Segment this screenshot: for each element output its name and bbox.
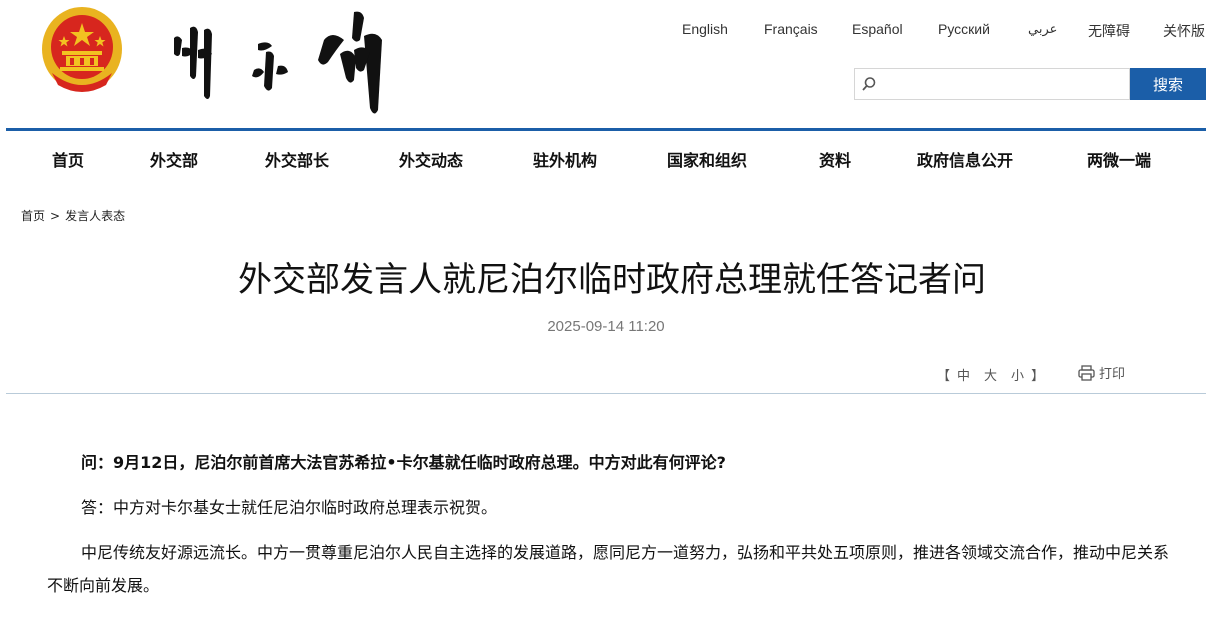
print-label: 打印 [1099, 367, 1126, 382]
article-date: 2025-09-14 11:20 [547, 318, 665, 335]
lang-french-link[interactable]: Français [764, 21, 818, 37]
breadcrumb: 首页 > 发言人表态 [21, 207, 125, 224]
font-size-bracket-close: 】 [1031, 369, 1045, 384]
nav-item-resources[interactable]: 资料 [819, 147, 851, 171]
nav-item-home[interactable]: 首页 [52, 147, 84, 171]
content-divider [6, 393, 1206, 394]
font-size-medium-button[interactable]: 中 [957, 369, 970, 384]
article-paragraph: 中尼传统友好源远流长。中方一贯尊重尼泊尔人民自主选择的发展道路，愿同尼方一道努力… [47, 543, 1170, 595]
font-size-large-button[interactable]: 大 [984, 369, 997, 384]
national-emblem-icon[interactable] [40, 5, 124, 95]
nav-item-ministry[interactable]: 外交部 [150, 147, 198, 171]
search-button[interactable]: 搜索 [1130, 68, 1206, 100]
ministry-calligraphy-logo[interactable] [168, 10, 396, 120]
nav-item-missions-abroad[interactable]: 驻外机构 [533, 147, 597, 171]
lang-spanish-link[interactable]: Español [852, 21, 903, 37]
accessibility-link[interactable]: 无障碍 [1088, 21, 1130, 41]
breadcrumb-home-link[interactable]: 首页 [21, 209, 45, 223]
article-question: 问：9月12日，尼泊尔前首席大法官苏希拉•卡尔基就任临时政府总理。中方对此有何评… [81, 453, 726, 472]
search-icon [862, 77, 876, 91]
article-body: 问：9月12日，尼泊尔前首席大法官苏希拉•卡尔基就任临时政府总理。中方对此有何评… [47, 446, 1182, 614]
nav-item-countries-orgs[interactable]: 国家和组织 [667, 147, 747, 171]
font-size-small-button[interactable]: 小 [1011, 369, 1024, 384]
printer-icon [1078, 365, 1095, 381]
care-mode-link[interactable]: 关怀版 [1163, 21, 1205, 41]
font-size-controls: 【中大小】 [937, 365, 1045, 384]
breadcrumb-current-link[interactable]: 发言人表态 [65, 209, 125, 223]
lang-english-link[interactable]: English [682, 21, 728, 37]
search-bar: 搜索 [854, 68, 1206, 100]
article-paragraph: 答：中方对卡尔基女士就任尼泊尔临时政府总理表示祝贺。 [81, 498, 498, 517]
breadcrumb-separator: > [50, 209, 61, 223]
lang-russian-link[interactable]: Русский [938, 21, 990, 37]
font-size-bracket-open: 【 [937, 369, 951, 384]
print-button[interactable]: 打印 [1078, 363, 1125, 382]
main-nav: 首页 外交部 外交部长 外交动态 驻外机构 国家和组织 资料 政府信息公开 两微… [0, 131, 1224, 183]
nav-item-minister[interactable]: 外交部长 [265, 147, 329, 171]
lang-arabic-link[interactable]: عربي [1028, 21, 1057, 37]
site-header: English Français Español Русский عربي 无障… [0, 0, 1224, 130]
nav-item-diplomatic-news[interactable]: 外交动态 [399, 147, 463, 171]
nav-item-gov-info[interactable]: 政府信息公开 [917, 147, 1013, 171]
nav-item-social-media[interactable]: 两微一端 [1087, 147, 1151, 171]
article-title: 外交部发言人就尼泊尔临时政府总理就任答记者问 [238, 260, 986, 300]
language-bar: English Français Español Русский عربي 无障… [668, 21, 1218, 41]
search-input[interactable] [854, 68, 1130, 100]
